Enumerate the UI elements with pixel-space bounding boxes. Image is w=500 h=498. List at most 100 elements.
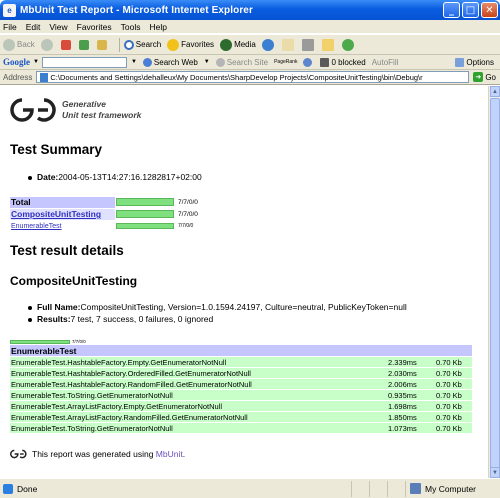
composite-unit-testing-link[interactable]: CompositeUnitTesting [11, 209, 101, 219]
popup-blocker[interactable]: 0 blocked [320, 57, 366, 67]
chevron-down-icon[interactable]: ▼ [33, 59, 39, 65]
test-duration: 1.850ms [388, 412, 417, 422]
blocker-icon [320, 57, 330, 67]
mail-icon [281, 38, 294, 51]
test-name: EnumerableTest.ArrayListFactory.RandomFi… [11, 412, 248, 422]
stats-row-fixture: EnumerableTest 7/7/0/0 [10, 220, 198, 232]
pagerank-indicator[interactable]: PageRank [274, 59, 297, 65]
search-site-button[interactable]: Search Site [215, 57, 268, 67]
bullet [28, 305, 32, 310]
menu-file[interactable]: File [3, 22, 17, 32]
info-button[interactable] [303, 57, 314, 67]
stats-fixture-value: 7/7/0/0 [178, 223, 194, 229]
date-item: Date:2004-05-13T14:27:16.1282817+02:00 [28, 172, 202, 182]
mbunit-logo: Generative Unit test framework [10, 97, 141, 123]
stats-assembly-label-cell: CompositeUnitTesting [10, 208, 115, 220]
home-button[interactable] [96, 39, 109, 50]
test-memory: 0.70 Kb [436, 401, 462, 411]
minimize-button[interactable]: _ [443, 2, 460, 18]
stats-total-value: 7/7/0/0 [178, 198, 198, 206]
stats-assembly-value: 7/7/0/0 [178, 210, 198, 218]
chevron-down-icon[interactable]: ▼ [131, 59, 137, 65]
gg-logo-small-icon [10, 449, 27, 459]
test-duration: 2.339ms [388, 357, 417, 367]
history-button[interactable] [261, 38, 276, 51]
address-bar: Address C:\Documents and Settings\dehall… [0, 70, 500, 85]
menu-bar: File Edit View Favorites Tools Help [0, 20, 500, 34]
maximize-button[interactable]: □ [462, 2, 479, 18]
vertical-scrollbar[interactable]: ▲ ▼ [488, 86, 500, 478]
test-memory: 0.70 Kb [436, 357, 462, 367]
stats-fixture-label-cell: EnumerableTest [10, 221, 115, 232]
bullet [28, 317, 32, 322]
stats-total-label: Total [10, 196, 115, 208]
test-name: EnumerableTest.HashtableFactory.OrderedF… [11, 368, 251, 378]
menu-view[interactable]: View [49, 22, 67, 32]
menu-help[interactable]: Help [149, 22, 166, 32]
details-heading: Test result details [10, 243, 124, 258]
test-duration: 2.006ms [388, 379, 417, 389]
test-memory: 0.70 Kb [436, 390, 462, 400]
media-icon [220, 38, 233, 51]
stats-total-bar [116, 198, 174, 206]
mbunit-link[interactable]: MbUnit [156, 449, 183, 459]
stop-icon [60, 39, 71, 50]
stop-button[interactable] [60, 39, 73, 50]
forward-arrow-icon [40, 38, 53, 51]
options-button[interactable]: Options [455, 57, 494, 67]
toolbar-separator [118, 37, 120, 52]
fixture-progress-bar [10, 339, 70, 344]
mail-button[interactable] [281, 38, 296, 51]
autofill-button[interactable]: AutoFill [372, 58, 399, 67]
address-input[interactable]: C:\Documents and Settings\dehalleux\My D… [36, 71, 470, 83]
messenger-button[interactable] [341, 38, 356, 51]
history-icon [261, 38, 274, 51]
status-bar: Done My Computer [0, 478, 500, 498]
fixture-heading: CompositeUnitTesting [10, 274, 138, 288]
favorites-button[interactable]: Favorites [167, 38, 214, 51]
refresh-button[interactable] [78, 39, 91, 50]
fixture-table-header: EnumerableTest [10, 345, 472, 357]
test-duration: 1.698ms [388, 401, 417, 411]
test-row: EnumerableTest.ToString.GetEnumeratorNot… [10, 423, 472, 434]
media-button[interactable]: Media [220, 38, 256, 51]
scroll-thumb[interactable] [490, 98, 500, 468]
stats-row-assembly: CompositeUnitTesting 7/7/0/0 [10, 208, 198, 220]
go-arrow-icon: ➜ [473, 72, 484, 82]
scroll-down-icon[interactable]: ▼ [490, 467, 500, 478]
site-search-icon [215, 57, 225, 67]
google-search-input[interactable] [41, 56, 127, 68]
close-button[interactable]: ✕ [481, 2, 498, 18]
computer-icon [410, 483, 421, 494]
scroll-up-icon[interactable]: ▲ [490, 86, 500, 97]
printer-icon [301, 38, 314, 51]
stats-assembly-bar [116, 210, 174, 218]
menu-favorites[interactable]: Favorites [77, 22, 112, 32]
go-button[interactable]: ➜ Go [473, 72, 496, 82]
google-logo[interactable]: Google [3, 57, 30, 67]
menu-tools[interactable]: Tools [121, 22, 141, 32]
test-memory: 0.70 Kb [436, 379, 462, 389]
test-duration: 2.030ms [388, 368, 417, 378]
chevron-down-icon[interactable]: ▼ [204, 59, 210, 65]
forward-button[interactable] [40, 38, 55, 51]
print-button[interactable] [301, 38, 316, 51]
folder-button[interactable] [321, 38, 336, 51]
gg-logo-icon [10, 98, 56, 122]
fixture-progress-label: 7/7/0/0 [72, 339, 86, 344]
search-button[interactable]: Search [123, 39, 161, 50]
menu-edit[interactable]: Edit [26, 22, 41, 32]
search-web-button[interactable]: Search Web [142, 57, 198, 67]
test-duration: 0.935ms [388, 390, 417, 400]
report-content: Generative Unit test framework Test Summ… [0, 86, 488, 478]
search-icon [123, 39, 134, 50]
google-toolbar: Google ▼ ▼ Search Web ▼ Search Site Page… [0, 55, 500, 70]
star-icon [167, 38, 180, 51]
enumerable-test-link[interactable]: EnumerableTest [11, 223, 62, 230]
test-memory: 0.70 Kb [436, 423, 462, 433]
test-name: EnumerableTest.ToString.GetEnumeratorNot… [11, 423, 173, 433]
status-left: Done [0, 483, 351, 494]
test-row: EnumerableTest.ToString.GetEnumeratorNot… [10, 390, 472, 401]
back-button[interactable]: Back [3, 38, 35, 51]
stats-fixture-bar [116, 223, 174, 229]
